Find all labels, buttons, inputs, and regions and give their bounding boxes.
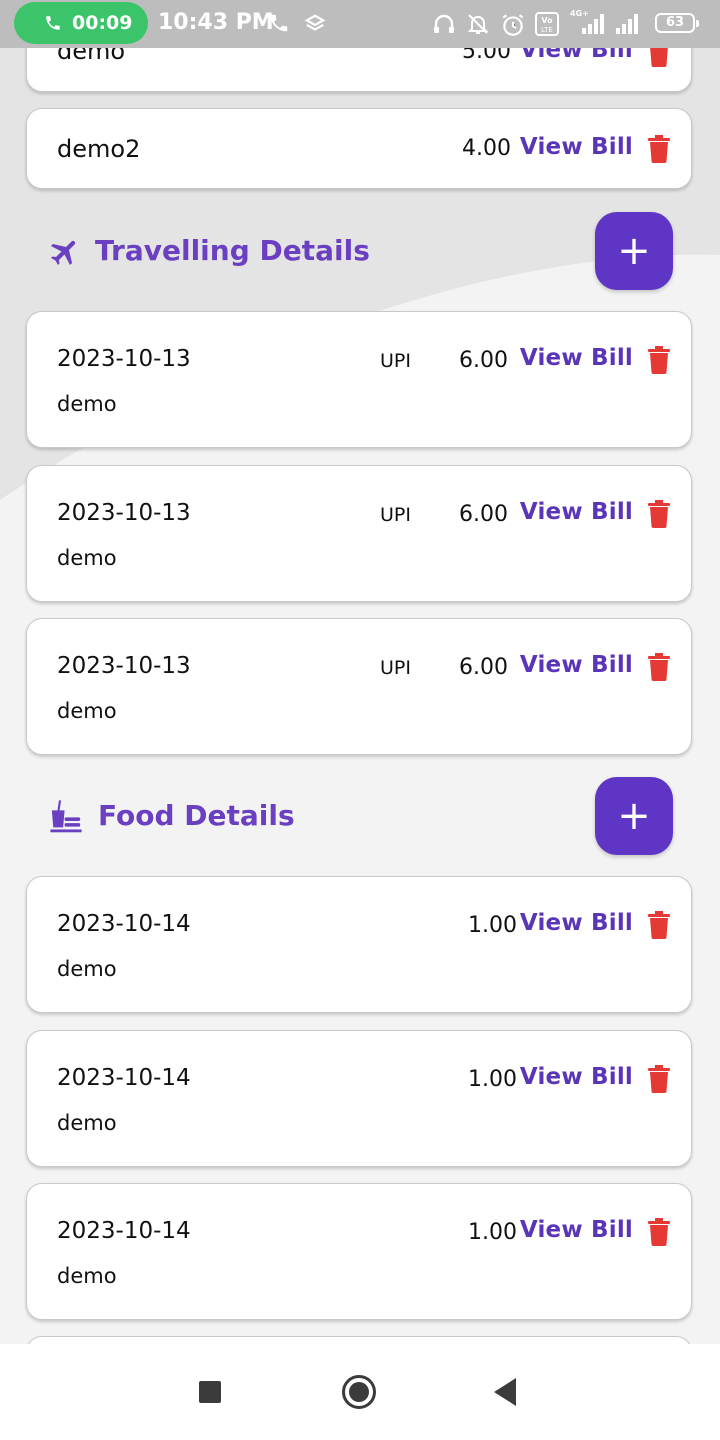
view-bill-button[interactable]: View Bill xyxy=(520,652,633,678)
delete-icon[interactable] xyxy=(647,135,671,163)
food-entry[interactable]: 2023-10-14 1.00 View Bill demo xyxy=(26,1030,692,1167)
food-section-title: Food Details xyxy=(98,799,295,832)
entry-date: 2023-10-13 xyxy=(57,346,191,372)
svg-text:4G+: 4G+ xyxy=(570,9,589,18)
entry-description: demo xyxy=(57,1264,117,1288)
back-button[interactable] xyxy=(494,1378,518,1406)
delete-icon[interactable] xyxy=(647,1218,671,1246)
entry-amount: 1.00 xyxy=(468,1067,517,1092)
headphones-icon xyxy=(434,14,454,33)
entry-description: demo xyxy=(57,546,117,570)
entry-amount: 6.00 xyxy=(459,655,508,680)
volte-icon: VoLTE xyxy=(535,12,559,36)
item-name: demo2 xyxy=(57,135,141,163)
phone-icon xyxy=(270,14,288,32)
travel-entry[interactable]: 2023-10-13 UPI 6.00 View Bill demo xyxy=(26,311,692,448)
payment-mode: UPI xyxy=(380,350,411,372)
view-bill-button[interactable]: View Bill xyxy=(520,345,633,371)
recents-button[interactable] xyxy=(199,1381,221,1403)
entry-description: demo xyxy=(57,699,117,723)
add-travelling-button[interactable]: + xyxy=(595,212,673,290)
fastfood-icon xyxy=(50,800,82,833)
list-item[interactable]: demo2 4.00 View Bill xyxy=(26,108,692,189)
travel-entry[interactable]: 2023-10-13 UPI 6.00 View Bill demo xyxy=(26,465,692,602)
call-timer: 00:09 xyxy=(72,12,133,34)
view-bill-button[interactable]: View Bill xyxy=(520,499,633,525)
payment-mode: UPI xyxy=(380,504,411,526)
home-button[interactable] xyxy=(342,1375,376,1409)
signal-4g-icon: 4G+ xyxy=(570,9,604,34)
view-bill-button[interactable]: View Bill xyxy=(520,910,633,936)
food-entry[interactable]: 2023-10-14 1.00 View Bill demo xyxy=(26,876,692,1013)
entry-description: demo xyxy=(57,1111,117,1135)
entry-date: 2023-10-14 xyxy=(57,911,191,937)
delete-icon[interactable] xyxy=(647,1065,671,1093)
airplane-icon xyxy=(50,240,76,266)
alarm-icon xyxy=(502,14,524,36)
bell-off-icon xyxy=(467,14,489,34)
phone-icon xyxy=(46,16,60,30)
svg-text:LTE: LTE xyxy=(541,26,553,34)
delete-icon[interactable] xyxy=(647,500,671,528)
payment-mode: UPI xyxy=(380,657,411,679)
ongoing-call-pill[interactable]: 00:09 xyxy=(14,2,148,44)
status-bar: 00:09 10:43 PM Vo LTE 4G+ 63 xyxy=(0,0,720,48)
view-bill-button[interactable]: View Bill xyxy=(520,134,633,160)
entry-amount: 6.00 xyxy=(459,502,508,527)
entry-date: 2023-10-13 xyxy=(57,653,191,679)
entry-amount: 1.00 xyxy=(468,913,517,938)
food-entry[interactable]: 2023-10-14 1.00 View Bill demo xyxy=(26,1183,692,1320)
svg-text:Vo: Vo xyxy=(541,16,553,25)
travel-entry[interactable]: 2023-10-13 UPI 6.00 View Bill demo xyxy=(26,618,692,755)
battery-icon: 63 xyxy=(655,13,699,33)
delete-icon[interactable] xyxy=(647,911,671,939)
entry-date: 2023-10-14 xyxy=(57,1218,191,1244)
entry-description: demo xyxy=(57,392,117,416)
add-food-button[interactable]: + xyxy=(595,777,673,855)
view-bill-button[interactable]: View Bill xyxy=(520,1217,633,1243)
item-amount: 4.00 xyxy=(462,136,511,161)
travelling-section-title: Travelling Details xyxy=(95,234,370,267)
layers-icon xyxy=(304,14,326,31)
entry-amount: 6.00 xyxy=(459,348,508,373)
delete-icon[interactable] xyxy=(647,653,671,681)
view-bill-button[interactable]: View Bill xyxy=(520,1064,633,1090)
entry-description: demo xyxy=(57,957,117,981)
clock: 10:43 PM xyxy=(158,10,274,35)
delete-icon[interactable] xyxy=(647,346,671,374)
system-navigation-bar xyxy=(0,1344,720,1440)
signal-icon xyxy=(616,14,638,34)
entry-date: 2023-10-13 xyxy=(57,500,191,526)
entry-date: 2023-10-14 xyxy=(57,1065,191,1091)
entry-amount: 1.00 xyxy=(468,1220,517,1245)
